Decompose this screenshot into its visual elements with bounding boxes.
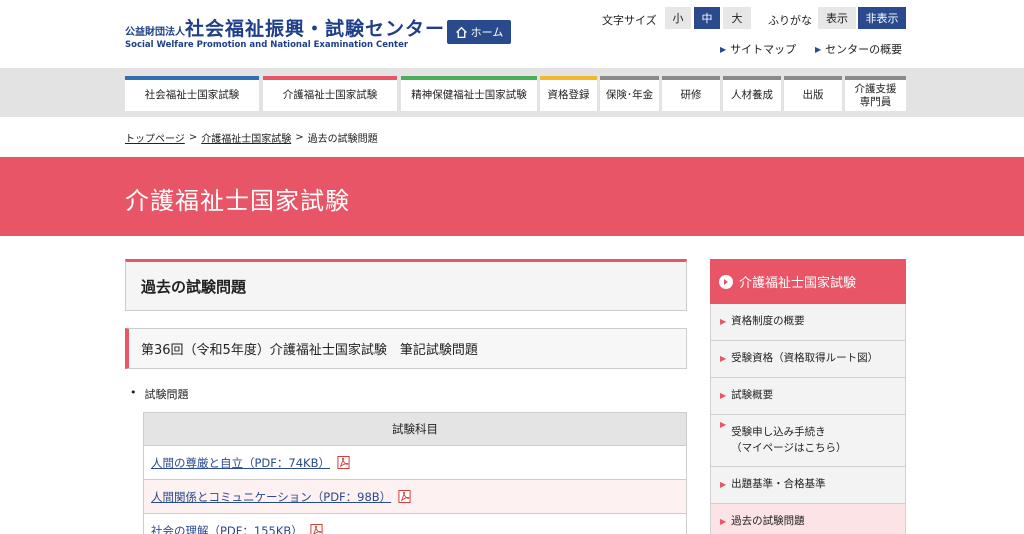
sidebar-item-eligibility[interactable]: ▶ 受験資格（資格取得ルート図） bbox=[710, 341, 906, 378]
bullet-label: 試験問題 bbox=[144, 388, 189, 401]
font-size-small-button[interactable]: 小 bbox=[665, 7, 691, 29]
sidebar-item-overview[interactable]: ▶ 資格制度の概要 bbox=[710, 304, 906, 341]
furigana-hide-button[interactable]: 非表示 bbox=[858, 7, 906, 29]
furigana-show-button[interactable]: 表示 bbox=[818, 7, 856, 29]
nav-item-publishing[interactable]: 出版 bbox=[784, 76, 842, 111]
sidebar-item-label-line2: （マイページはこちら） bbox=[731, 441, 847, 454]
sidebar-item-label: 出題基準・合格基準 bbox=[731, 478, 826, 491]
pdf-icon bbox=[337, 456, 350, 469]
nav-item-social-worker[interactable]: 社会福祉士国家試験 bbox=[125, 76, 259, 111]
bullet-item: • 試験問題 bbox=[130, 386, 189, 402]
sidebar-title[interactable]: 介護福祉士国家試験 bbox=[710, 259, 906, 304]
center-overview-label: センターの概要 bbox=[825, 43, 903, 56]
nav-label: 出版 bbox=[802, 89, 824, 102]
table-row: 人間関係とコミュニケーション（PDF：98B） bbox=[143, 480, 687, 514]
sidebar-item-label-line1: 受験申し込み手続き bbox=[731, 425, 826, 438]
nav-item-care-worker[interactable]: 介護福祉士国家試験 bbox=[263, 76, 397, 111]
sidebar-title-label: 介護福祉士国家試験 bbox=[739, 276, 857, 291]
breadcrumb-parent-link[interactable]: 介護福祉士国家試験 bbox=[201, 130, 291, 145]
triangle-icon: ▶ bbox=[815, 44, 822, 54]
nav-item-registration[interactable]: 資格登録 bbox=[540, 76, 597, 111]
triangle-icon: ▶ bbox=[720, 317, 727, 326]
sidebar-item-label: 資格制度の概要 bbox=[731, 315, 805, 328]
triangle-icon: ▶ bbox=[720, 354, 727, 363]
nav-label: 介護福祉士国家試験 bbox=[282, 89, 378, 102]
breadcrumb-separator: > bbox=[295, 132, 304, 143]
triangle-icon: ▶ bbox=[720, 420, 727, 429]
nav-item-human-resources[interactable]: 人材養成 bbox=[723, 76, 781, 111]
sitemap-link[interactable]: ▶ サイトマップ bbox=[720, 41, 796, 57]
pdf-icon bbox=[310, 524, 323, 534]
nav-item-insurance[interactable]: 保険･年金 bbox=[600, 76, 659, 111]
font-size-label: 文字サイズ bbox=[602, 14, 657, 27]
page-banner: 介護福祉士国家試験 bbox=[0, 157, 1024, 236]
logo-english: Social Welfare Promotion and National Ex… bbox=[125, 40, 409, 50]
logo-prefix: 公益財団法人 bbox=[125, 27, 185, 38]
section-title: 過去の試験問題 bbox=[125, 259, 687, 311]
home-label: ホーム bbox=[470, 26, 504, 39]
sidebar-item-label: 試験概要 bbox=[731, 389, 774, 402]
font-size-large-button[interactable]: 大 bbox=[723, 7, 751, 29]
table-header: 試験科目 bbox=[143, 412, 687, 446]
sitemap-label: サイトマップ bbox=[730, 43, 797, 56]
logo-main: 社会福祉振興・試験センター bbox=[185, 18, 446, 40]
sidebar-item-past-exams[interactable]: ▶ 過去の試験問題 bbox=[710, 504, 906, 534]
center-overview-link[interactable]: ▶ センターの概要 bbox=[815, 41, 902, 57]
nav-label: 介護支援 専門員 bbox=[854, 83, 897, 108]
sidebar: 介護福祉士国家試験 ▶ 資格制度の概要 ▶ 受験資格（資格取得ルート図） ▶ 試… bbox=[710, 259, 906, 534]
site-header: 公益財団法人社会福祉振興・試験センター Social Welfare Promo… bbox=[0, 0, 1024, 68]
sidebar-item-label: 受験資格（資格取得ルート図） bbox=[731, 352, 879, 365]
triangle-icon: ▶ bbox=[720, 391, 727, 400]
furigana-label: ふりがな bbox=[768, 14, 812, 27]
table-row: 人間の尊厳と自立（PDF：74KB） bbox=[143, 446, 687, 480]
sub-title: 第36回（令和5年度）介護福祉士国家試験 筆記試験問題 bbox=[125, 328, 687, 369]
sidebar-item-exam-outline[interactable]: ▶ 試験概要 bbox=[710, 378, 906, 415]
triangle-icon: ▶ bbox=[720, 517, 727, 526]
nav-label: 精神保健福祉士国家試験 bbox=[411, 89, 527, 102]
nav-label: 人材養成 bbox=[731, 89, 773, 102]
pdf-link[interactable]: 社会の理解（PDF：155KB） bbox=[151, 523, 303, 534]
pdf-link[interactable]: 人間関係とコミュニケーション（PDF：98B） bbox=[151, 489, 391, 505]
home-icon bbox=[455, 26, 467, 38]
nav-label: 社会福祉士国家試験 bbox=[144, 89, 240, 102]
page-title: 介護福祉士国家試験 bbox=[125, 187, 350, 215]
breadcrumb: トップページ > 介護福祉士国家試験 > 過去の試験問題 bbox=[125, 130, 378, 145]
breadcrumb-current: 過去の試験問題 bbox=[307, 134, 378, 145]
nav-item-training[interactable]: 研修 bbox=[662, 76, 720, 111]
nav-item-care-manager[interactable]: 介護支援 専門員 bbox=[845, 76, 906, 111]
global-nav: 社会福祉士国家試験 介護福祉士国家試験 精神保健福祉士国家試験 資格登録 保険･… bbox=[0, 68, 1024, 117]
sidebar-item-label: 過去の試験問題 bbox=[731, 515, 805, 528]
nav-item-mental-health[interactable]: 精神保健福祉士国家試験 bbox=[401, 76, 537, 111]
table-row: 社会の理解（PDF：155KB） bbox=[143, 514, 687, 534]
arrow-circle-icon bbox=[719, 274, 733, 289]
triangle-icon: ▶ bbox=[720, 44, 727, 54]
triangle-icon: ▶ bbox=[720, 480, 727, 489]
pdf-link[interactable]: 人間の尊厳と自立（PDF：74KB） bbox=[151, 455, 330, 471]
nav-label: 研修 bbox=[680, 89, 702, 102]
sidebar-item-criteria[interactable]: ▶ 出題基準・合格基準 bbox=[710, 467, 906, 504]
site-logo[interactable]: 公益財団法人社会福祉振興・試験センター Social Welfare Promo… bbox=[125, 14, 446, 50]
sidebar-item-application[interactable]: ▶ 受験申し込み手続き （マイページはこちら） bbox=[710, 415, 906, 467]
home-button[interactable]: ホーム bbox=[447, 20, 511, 44]
bullet-dot: • bbox=[130, 386, 137, 399]
pdf-icon bbox=[398, 490, 411, 503]
nav-label: 保険･年金 bbox=[605, 89, 654, 102]
nav-label: 資格登録 bbox=[547, 89, 590, 102]
font-size-medium-button[interactable]: 中 bbox=[694, 7, 720, 29]
sidebar-item-label: 受験申し込み手続き （マイページはこちら） bbox=[731, 425, 846, 457]
exam-table: 試験科目 人間の尊厳と自立（PDF：74KB） 人間関係とコミュニケーション（P… bbox=[143, 412, 687, 534]
breadcrumb-separator: > bbox=[188, 132, 198, 143]
breadcrumb-top-link[interactable]: トップページ bbox=[125, 130, 185, 145]
